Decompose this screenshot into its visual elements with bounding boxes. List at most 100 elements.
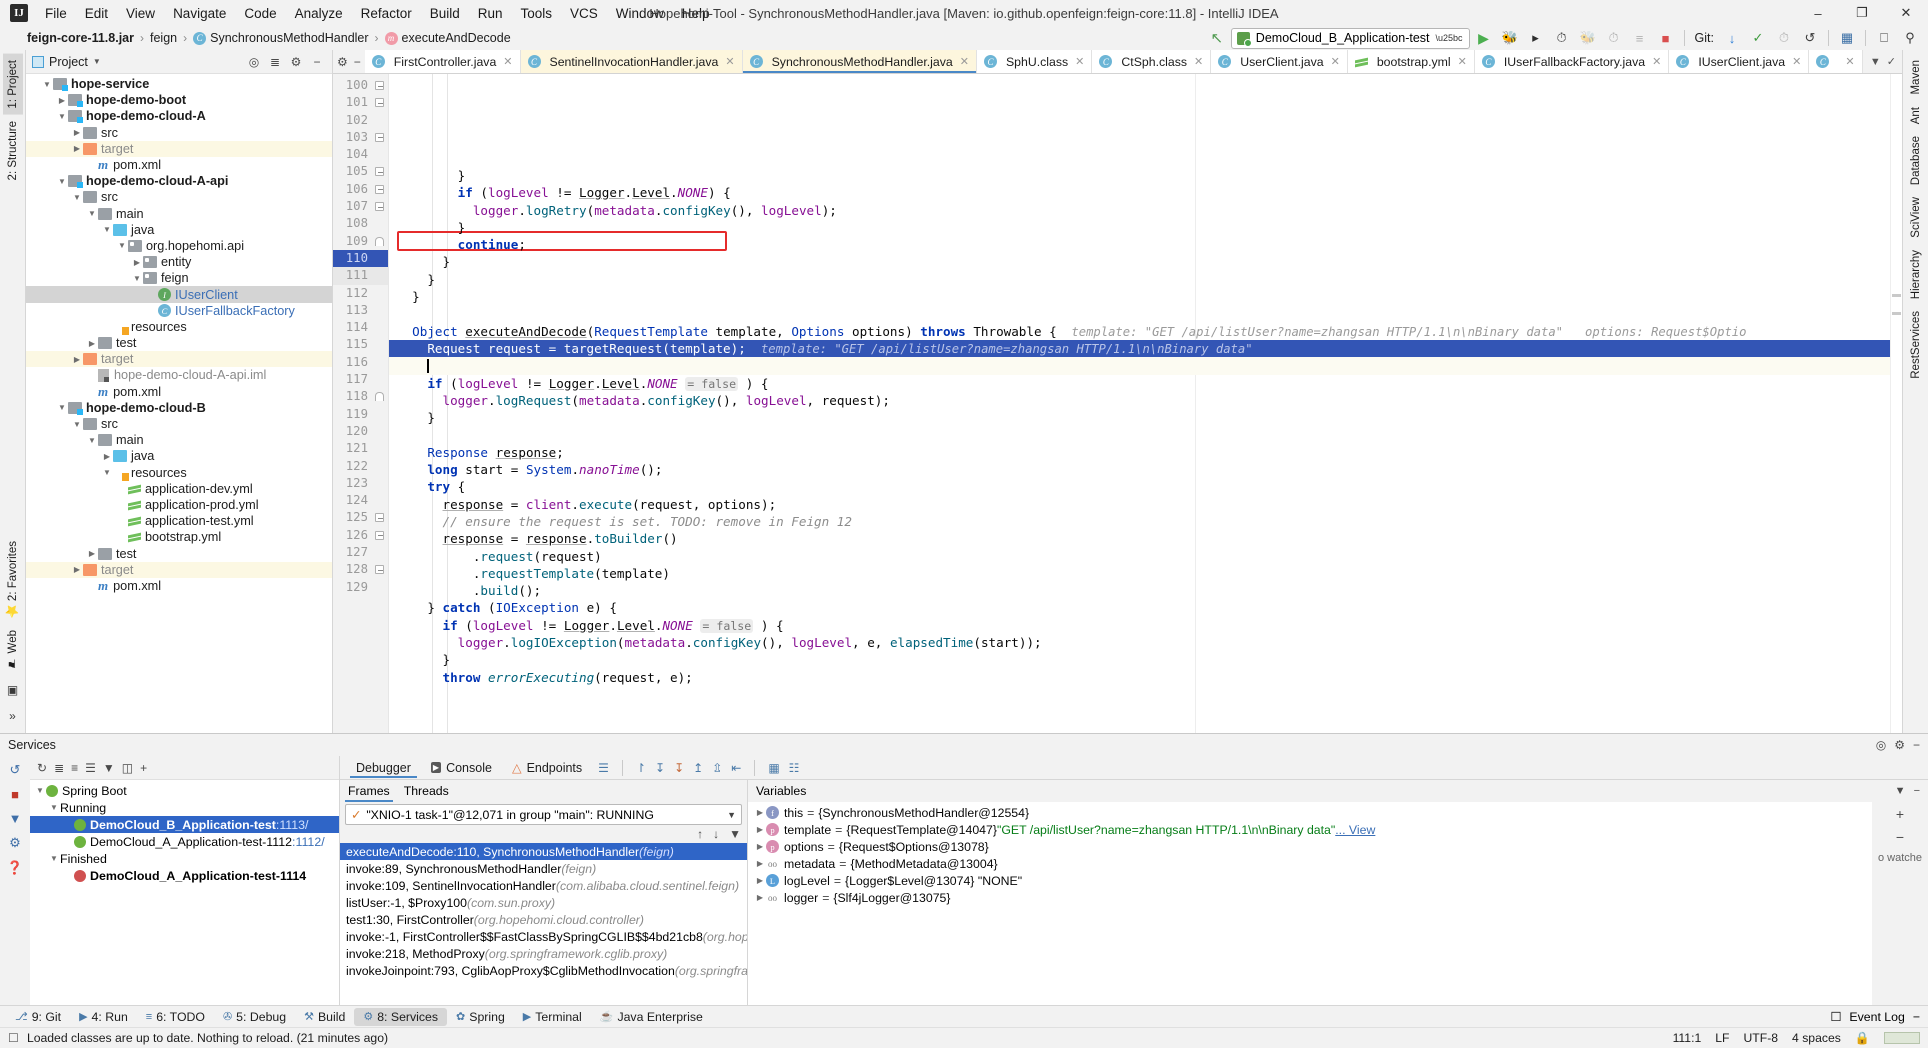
- project-tree-row[interactable]: ▶ test: [26, 545, 332, 561]
- tab-endpoints[interactable]: △ Endpoints: [502, 758, 592, 777]
- project-tree-row[interactable]: ▶ java: [26, 448, 332, 464]
- terminal-icon[interactable]: ⎕: [1872, 27, 1896, 49]
- tab-threads[interactable]: Threads: [404, 784, 449, 798]
- rerun-icon[interactable]: ↻: [37, 761, 47, 775]
- editor-tab[interactable]: C ✕: [1809, 50, 1863, 73]
- group-icon[interactable]: ☰: [85, 761, 96, 775]
- gutter-line-number[interactable]: 117: [333, 371, 388, 388]
- project-tree-row[interactable]: ▼ java: [26, 222, 332, 238]
- stack-frame-row[interactable]: executeAndDecode:110, SynchronousMethodH…: [340, 843, 747, 860]
- gutter-line-number[interactable]: 118: [333, 388, 388, 405]
- gutter-line-number[interactable]: 103: [333, 129, 388, 146]
- code-line[interactable]: }: [389, 288, 1890, 305]
- menu-code[interactable]: Code: [235, 3, 285, 24]
- close-icon[interactable]: ✕: [725, 55, 734, 68]
- editor-code-area[interactable]: } if (logLevel != Logger.Level.NONE) { l…: [389, 74, 1890, 733]
- breadcrumb-method[interactable]: m executeAndDecode: [384, 31, 512, 45]
- memory-indicator[interactable]: [1884, 1032, 1920, 1044]
- gutter-line-number[interactable]: 116: [333, 354, 388, 371]
- run-button[interactable]: ▶: [1472, 27, 1496, 49]
- rail-tab-favorites[interactable]: ⭐ 2: Favorites: [2, 535, 24, 624]
- code-line[interactable]: }: [389, 409, 1890, 426]
- debug-button[interactable]: 🐝: [1498, 27, 1522, 49]
- editor-tab[interactable]: C CtSph.class ✕: [1092, 50, 1212, 73]
- tool-window-button[interactable]: ✇ 5: Debug: [214, 1008, 295, 1026]
- project-tree-row[interactable]: ▶ entity: [26, 254, 332, 270]
- gutter-line-number[interactable]: 105: [333, 163, 388, 180]
- gutter-line-number[interactable]: 126: [333, 527, 388, 544]
- stack-frame-row[interactable]: invoke:218, MethodProxy (org.springframe…: [340, 945, 747, 962]
- project-tree-row[interactable]: ▼ src: [26, 189, 332, 205]
- chevron-right-icon[interactable]: ▶: [754, 825, 766, 834]
- code-fold-icon[interactable]: [375, 236, 384, 246]
- settings-gear-icon[interactable]: ⚙: [1894, 738, 1905, 752]
- remove-watch-icon[interactable]: −: [1896, 829, 1904, 845]
- project-tree-row[interactable]: ▶ target: [26, 351, 332, 368]
- code-fold-icon[interactable]: [375, 202, 384, 212]
- editor-tab[interactable]: C IUserFallbackFactory.java ✕: [1474, 50, 1670, 73]
- code-line[interactable]: }: [389, 253, 1890, 270]
- code-fold-icon[interactable]: [375, 530, 384, 540]
- stack-frame-row[interactable]: invokeJoinpoint:793, CglibAopProxy$Cglib…: [340, 962, 747, 979]
- code-editor[interactable]: 100 101 102 103 104 105 106 107 108 109 110 111 112 1…: [333, 74, 1902, 733]
- expand-all-icon[interactable]: ≣: [54, 761, 64, 775]
- menu-help[interactable]: Help: [673, 3, 719, 24]
- gutter-line-number[interactable]: 127: [333, 544, 388, 561]
- menu-run[interactable]: Run: [469, 3, 512, 24]
- indent-setting[interactable]: 4 spaces: [1792, 1031, 1841, 1045]
- menu-view[interactable]: View: [117, 3, 164, 24]
- gutter-line-number[interactable]: 121: [333, 440, 388, 457]
- project-tree-row[interactable]: resources: [26, 319, 332, 335]
- project-tree-row[interactable]: m pom.xml: [26, 384, 332, 400]
- close-icon[interactable]: ✕: [960, 55, 969, 68]
- project-tree-row[interactable]: ▼ hope-demo-cloud-B: [26, 400, 332, 416]
- project-panel-title[interactable]: Project ▼: [32, 55, 101, 69]
- chevron-down-icon[interactable]: ▼: [101, 468, 113, 477]
- error-stripe[interactable]: [1890, 74, 1902, 733]
- add-icon[interactable]: +: [140, 761, 147, 775]
- rail-tab-project[interactable]: 1: Project: [2, 54, 23, 115]
- back-arrow-icon[interactable]: ↖: [1205, 27, 1229, 49]
- settings-icon[interactable]: ⚙: [9, 835, 21, 851]
- step-into-icon[interactable]: ↧: [655, 761, 665, 775]
- code-line[interactable]: .requestTemplate(template): [389, 565, 1890, 582]
- rail-tab-maven[interactable]: Maven: [1906, 54, 1926, 101]
- collapse-all-icon[interactable]: ≡: [71, 761, 78, 775]
- add-watch-icon[interactable]: +: [1896, 806, 1904, 822]
- chevron-right-icon[interactable]: ▶: [71, 128, 83, 137]
- code-line[interactable]: }: [389, 219, 1890, 236]
- gutter-line-number[interactable]: 106: [333, 181, 388, 198]
- step-out-icon[interactable]: ↥: [693, 761, 703, 775]
- code-fold-icon[interactable]: [375, 167, 384, 177]
- gutter-line-number[interactable]: 128: [333, 561, 388, 578]
- gutter-line-number[interactable]: 108: [333, 215, 388, 232]
- run-configuration-selector[interactable]: DemoCloud_B_Application-test \u25bc: [1230, 27, 1470, 49]
- chevron-down-icon[interactable]: ▼: [131, 274, 143, 283]
- tool-window-button[interactable]: ⎇ 9: Git: [6, 1008, 70, 1026]
- code-line[interactable]: } catch (IOException e) {: [389, 599, 1890, 616]
- breadcrumb-class[interactable]: C SynchronousMethodHandler: [192, 31, 369, 45]
- code-line[interactable]: Object executeAndDecode(RequestTemplate …: [389, 323, 1890, 340]
- stack-frame-row[interactable]: invoke:-1, FirstController$$FastClassByS…: [340, 928, 747, 945]
- code-line[interactable]: [389, 305, 1890, 322]
- gutter-line-number[interactable]: 119: [333, 406, 388, 423]
- services-tree-row[interactable]: ▼ Spring Boot: [30, 782, 339, 799]
- chevron-right-icon[interactable]: ▶: [86, 339, 98, 348]
- hide-editor-icon[interactable]: −: [354, 55, 361, 69]
- rerun-icon[interactable]: ↺: [10, 762, 21, 778]
- chevron-right-icon[interactable]: ▶: [71, 565, 83, 574]
- drop-frame-icon[interactable]: ⇫: [712, 761, 722, 775]
- service-url-link[interactable]: :1112/: [292, 835, 325, 849]
- code-line[interactable]: }: [389, 651, 1890, 668]
- rail-tab-database[interactable]: Database: [1906, 130, 1926, 191]
- close-icon[interactable]: ✕: [1458, 55, 1467, 68]
- project-file-tree[interactable]: ▼ hope-service ▶ hope-demo-boot ▼ hope-demo-c…: [26, 74, 332, 733]
- lock-icon[interactable]: 🔒: [1855, 1031, 1870, 1045]
- more-icon[interactable]: »: [9, 709, 16, 723]
- code-fold-icon[interactable]: [375, 81, 384, 90]
- project-tree-row[interactable]: ▼ src: [26, 416, 332, 432]
- gutter-line-number[interactable]: 114: [333, 319, 388, 336]
- chevron-down-icon[interactable]: ▼: [34, 786, 46, 795]
- menu-navigate[interactable]: Navigate: [164, 3, 235, 24]
- editor-tab[interactable]: C IUserClient.java ✕: [1669, 50, 1810, 73]
